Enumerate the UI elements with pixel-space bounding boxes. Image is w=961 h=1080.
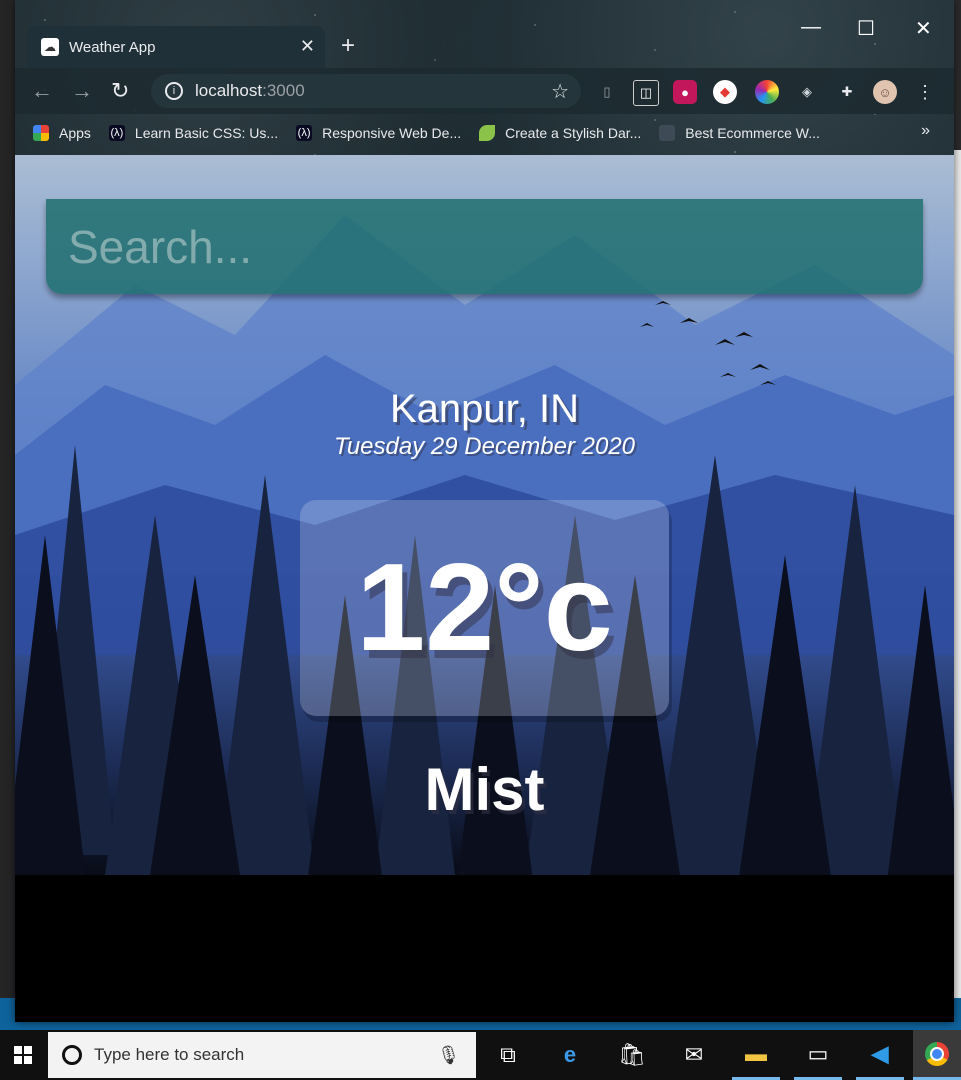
background-window-edge (953, 150, 961, 1030)
bookmark-label: Best Ecommerce W... (685, 125, 820, 141)
store-icon[interactable]: 🛍 (608, 1030, 656, 1080)
weather-condition: Mist (424, 756, 545, 823)
url-host: localhost (195, 81, 263, 100)
extensions-puzzle-icon[interactable]: ✚ (835, 80, 859, 104)
maximize-button[interactable]: ☐ (857, 16, 875, 41)
url-port: :3000 (262, 81, 305, 100)
bookmarks-bar: Apps (λ) Learn Basic CSS: Us... (λ) Resp… (15, 116, 954, 150)
fcc-icon: (λ) (296, 125, 313, 141)
tab-weather-app[interactable]: ☁ Weather App ✕ (27, 26, 325, 68)
vscode-sidebar (0, 0, 16, 1030)
edge-icon[interactable]: e (546, 1030, 594, 1080)
chrome-icon[interactable] (913, 1030, 961, 1080)
bookmark-apps[interactable]: Apps (33, 125, 91, 141)
new-tab-button[interactable]: + (341, 32, 355, 60)
color-picker-icon[interactable] (755, 80, 779, 104)
location-label: Kanpur, IN (389, 387, 579, 431)
browser-chrome: ☁ Weather App ✕ + — ☐ ✕ ← → ↻ i localhos… (15, 0, 954, 155)
file-explorer-icon[interactable]: ▬ (732, 1030, 780, 1080)
microphone-icon[interactable]: 🎙 (437, 1045, 460, 1066)
apps-grid-icon (33, 125, 49, 141)
windows-logo-icon (14, 1046, 32, 1064)
colorzilla-icon[interactable]: ◆ (713, 80, 737, 104)
back-icon[interactable]: ← (31, 78, 53, 104)
bookmark-label: Responsive Web De... (322, 125, 462, 141)
bookmark-ecommerce[interactable]: Best Ecommerce W... (659, 125, 820, 141)
mail-icon[interactable]: ✉ (670, 1030, 718, 1080)
weather-app-page: Kanpur, IN Tuesday 29 December 2020 12°c… (15, 155, 954, 1022)
date-label: Tuesday 29 December 2020 (333, 433, 636, 460)
search-input[interactable] (66, 218, 910, 275)
start-button[interactable] (0, 1030, 46, 1080)
temperature-value: 12°c (356, 539, 613, 677)
windows-taskbar: Type here to search 🎙 ⧉ e 🛍 ✉ ▬ ▭ ◀ (0, 1030, 961, 1080)
browser-window: ☁ Weather App ✕ + — ☐ ✕ ← → ↻ i localhos… (15, 0, 954, 1022)
site-info-icon[interactable]: i (165, 82, 183, 100)
site-icon (659, 125, 676, 141)
close-tab-icon[interactable]: ✕ (300, 36, 315, 57)
tab-title: Weather App (69, 38, 156, 56)
reading-list-icon[interactable]: ▯ (595, 80, 619, 104)
profile-avatar[interactable]: ☺ (873, 80, 897, 104)
taskbar-search-placeholder: Type here to search (94, 1045, 245, 1064)
vscode-icon[interactable]: ◀ (856, 1030, 904, 1080)
extension-cube-icon[interactable]: ◈ (795, 80, 819, 104)
taskbar-search[interactable]: Type here to search 🎙 (48, 1032, 476, 1078)
bookmark-label: Create a Stylish Dar... (505, 125, 642, 141)
bookmark-stylish-dark[interactable]: Create a Stylish Dar... (479, 125, 641, 141)
cortana-icon (62, 1045, 82, 1065)
bookmark-responsive-web[interactable]: (λ) Responsive Web De... (296, 125, 461, 141)
menu-icon[interactable]: ⋮ (913, 80, 937, 104)
reload-icon[interactable]: ↻ (111, 78, 129, 104)
bookmark-label: Learn Basic CSS: Us... (134, 125, 279, 141)
chrome-logo (925, 1041, 949, 1066)
address-bar[interactable]: i localhost:3000 ☆ (151, 74, 581, 108)
bookmark-star-icon[interactable]: ☆ (551, 79, 569, 104)
search-bar[interactable] (46, 199, 923, 294)
extension-icon[interactable]: ◫ (633, 80, 659, 106)
bookmark-label: Apps (59, 125, 91, 141)
forward-icon[interactable]: → (71, 78, 93, 104)
screen-recorder-icon[interactable]: ● (673, 80, 697, 104)
leaf-icon (479, 125, 496, 141)
terminal-icon[interactable]: ▭ (794, 1030, 842, 1080)
task-view-icon[interactable]: ⧉ (484, 1030, 532, 1080)
fcc-icon: (λ) (108, 125, 125, 141)
minimize-button[interactable]: — (801, 16, 821, 39)
bookmarks-overflow-button[interactable]: » (921, 122, 930, 140)
temperature-card: 12°c (300, 500, 669, 716)
close-window-button[interactable]: ✕ (915, 16, 932, 41)
weather-favicon-icon: ☁ (41, 38, 59, 56)
bookmark-learn-css[interactable]: (λ) Learn Basic CSS: Us... (108, 125, 279, 141)
